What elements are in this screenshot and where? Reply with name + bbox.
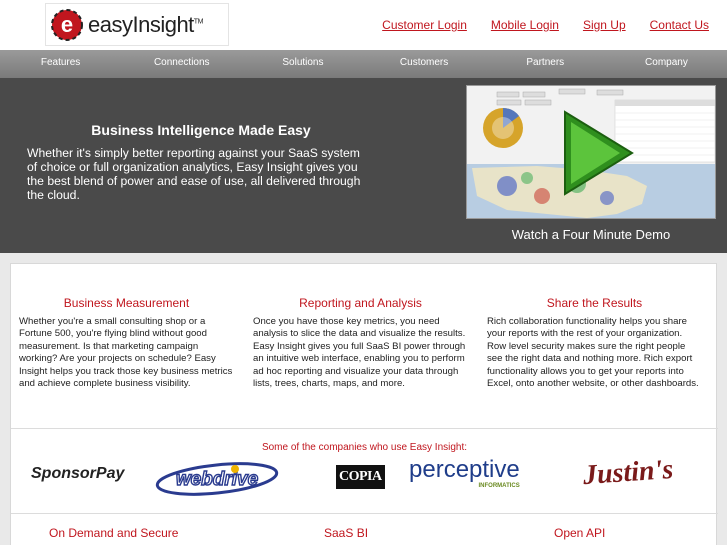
logo-text: easyInsightTM: [88, 11, 203, 37]
companies-title: Some of the companies who use Easy Insig…: [261, 442, 468, 453]
section-divider: [11, 513, 718, 514]
sponsorpay-logo: SponsorPay: [31, 465, 125, 482]
webdrive-logo: webdrive: [153, 461, 281, 497]
perceptive-logo: perceptive INFORMATICS: [409, 456, 520, 490]
feature-title: Share the Results: [546, 296, 643, 310]
svg-text:e: e: [61, 12, 73, 37]
hero-text: Whether it's simply better reporting aga…: [27, 146, 361, 202]
svg-text:webdrive: webdrive: [176, 469, 259, 490]
feature-business-measurement: Business Measurement Whether you're a sm…: [19, 296, 234, 390]
site-header: e easyInsightTM Customer Login Mobile Lo…: [0, 0, 727, 50]
feature-share-results: Share the Results Rich collaboration fun…: [487, 296, 702, 390]
content-panel: Business Measurement Whether you're a sm…: [10, 263, 718, 545]
section-divider: [11, 428, 718, 429]
feature-text: Once you have those key metrics, you nee…: [253, 316, 466, 390]
webdrive-mark: webdrive: [155, 462, 279, 496]
logo-e-icon: e: [51, 8, 83, 41]
feature-text: Whether you're a small consulting shop o…: [19, 316, 233, 390]
customer-login-link[interactable]: Customer Login: [382, 18, 467, 32]
nav-solutions[interactable]: Solutions: [242, 50, 363, 78]
customer-logos: SponsorPay webdrive COPIA perceptive INF…: [11, 453, 718, 503]
justins-logo: Justin's: [581, 453, 675, 492]
hero-title: Business Intelligence Made Easy: [91, 122, 311, 138]
nav-customers[interactable]: Customers: [364, 50, 485, 78]
demo-caption[interactable]: Watch a Four Minute Demo: [466, 227, 716, 242]
nav-features[interactable]: Features: [0, 50, 121, 78]
bottom-title-open-api: Open API: [554, 526, 606, 540]
easy-insight-logo[interactable]: e easyInsightTM: [45, 3, 229, 46]
demo-video-thumbnail[interactable]: [466, 85, 716, 219]
main-nav: Features Connections Solutions Customers…: [0, 50, 727, 78]
bottom-title-saas-bi: SaaS BI: [324, 526, 369, 540]
top-links: Customer Login Mobile Login Sign Up Cont…: [382, 18, 709, 32]
nav-company[interactable]: Company: [606, 50, 727, 78]
feature-title: Business Measurement: [63, 296, 190, 310]
demo-screenshot-graphic: [467, 86, 715, 218]
copia-logo: COPIA: [336, 465, 385, 489]
nav-partners[interactable]: Partners: [485, 50, 606, 78]
mobile-login-link[interactable]: Mobile Login: [491, 18, 559, 32]
feature-text: Rich collaboration functionality helps y…: [487, 316, 699, 390]
feature-reporting-analysis: Reporting and Analysis Once you have tho…: [253, 296, 468, 390]
feature-title: Reporting and Analysis: [299, 296, 422, 310]
bottom-title-on-demand: On Demand and Secure: [49, 526, 179, 540]
hero-banner: Business Intelligence Made Easy Whether …: [0, 78, 727, 253]
sign-up-link[interactable]: Sign Up: [583, 18, 626, 32]
nav-connections[interactable]: Connections: [121, 50, 242, 78]
contact-us-link[interactable]: Contact Us: [650, 18, 709, 32]
